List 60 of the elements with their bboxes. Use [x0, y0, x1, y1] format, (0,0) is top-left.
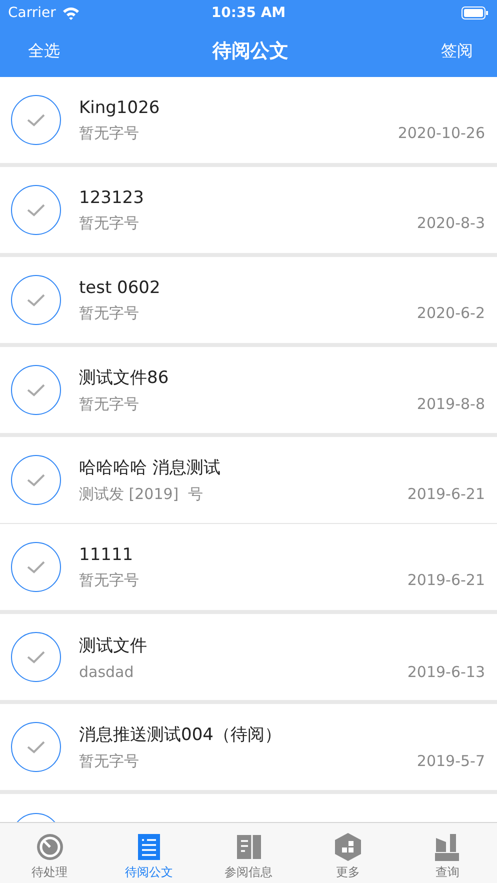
document-date: 2019-5-7 [416, 752, 485, 770]
document-row[interactable]: 11111 暂无字号 2019-6-21 [0, 524, 497, 610]
document-date: 2019-6-13 [407, 662, 485, 680]
document-number: 暂无字号 [79, 752, 139, 771]
document-row[interactable]: 测试文件86 暂无字号 2019-8-8 [0, 347, 497, 433]
document-title: King1026 [79, 98, 161, 118]
document-row[interactable]: 测试文件 dasdad 2019-6-13 [0, 614, 497, 700]
document-row[interactable]: 哈哈哈哈 消息测试 测试发 [2019] 号 2019-6-21 [0, 437, 497, 524]
document-number: 暂无字号 [79, 304, 139, 322]
document-title: 11111 [79, 544, 134, 564]
wifi-icon [62, 6, 80, 20]
page-title: 待阅公文 [212, 39, 288, 64]
document-row[interactable]: King1026 暂无字号 2020-10-26 [0, 77, 497, 163]
document-row[interactable]: 消息推送测试004（待阅） 暂无字号 2019-5-7 [0, 704, 497, 790]
timer-icon [34, 832, 65, 862]
tab[interactable]: 参阅信息 [198, 823, 298, 883]
check-icon [26, 203, 46, 217]
document-number: 测试发 [2019] 号 [79, 485, 204, 504]
select-checkbox[interactable] [11, 722, 61, 772]
check-icon [26, 293, 46, 307]
select-checkbox[interactable] [11, 632, 61, 682]
tab[interactable]: 更多 [298, 823, 398, 883]
carrier-label: Carrier [8, 4, 56, 20]
check-icon [26, 113, 46, 127]
status-time: 10:35 AM [211, 4, 286, 20]
select-checkbox[interactable] [11, 275, 61, 325]
check-icon [26, 650, 46, 664]
select-checkbox[interactable] [11, 365, 61, 415]
check-icon [26, 383, 46, 397]
document-title: 哈哈哈哈 消息测试 [79, 457, 222, 479]
document-number: 暂无字号 [79, 570, 139, 590]
check-icon [26, 560, 46, 574]
document-number: 暂无字号 [79, 395, 139, 414]
document-number: dasdad [79, 662, 134, 680]
document-number: 暂无字号 [79, 214, 139, 232]
select-checkbox[interactable] [11, 185, 61, 235]
battery-icon [461, 6, 489, 20]
tab[interactable]: 待处理 [0, 823, 100, 883]
document-date: 2019-8-8 [416, 395, 485, 413]
document-title: 123123 [79, 188, 145, 208]
tab[interactable]: 待阅公文 [99, 823, 199, 883]
document-row[interactable]: 123123 暂无字号 2020-8-3 [0, 167, 497, 253]
check-icon [26, 740, 46, 754]
tab[interactable]: 查询 [398, 823, 497, 883]
select-checkbox[interactable] [11, 542, 61, 592]
document-title: 消息推送测试004（待阅） [79, 724, 282, 746]
document-date: 2020-6-2 [416, 304, 485, 322]
document-title: test 0602 [79, 278, 162, 298]
document-row[interactable]: test 0602 暂无字号 2020-6-2 [0, 257, 497, 343]
document-title: 测试文件 [79, 634, 148, 656]
document-date: 2020-8-3 [416, 214, 485, 232]
select-checkbox[interactable] [11, 455, 61, 505]
check-icon [26, 473, 46, 487]
document-number: 暂无字号 [79, 124, 139, 142]
hexagon-icon [332, 832, 363, 862]
document-title: 测试文件86 [79, 367, 170, 389]
document-date: 2019-6-21 [407, 485, 485, 503]
document-date: 2019-6-21 [407, 570, 485, 588]
select-checkbox[interactable] [11, 95, 61, 145]
document-date: 2020-10-26 [398, 124, 485, 142]
